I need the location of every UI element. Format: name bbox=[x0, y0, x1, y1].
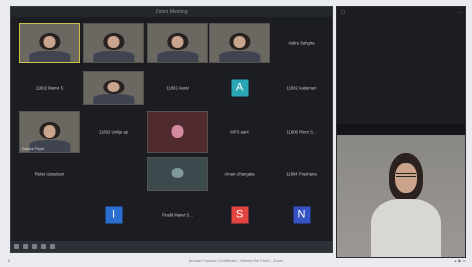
participant-tile[interactable]: N bbox=[271, 195, 332, 235]
participant-tile[interactable] bbox=[147, 157, 208, 191]
panel-empty-area: ☐ ⋯ bbox=[337, 7, 465, 124]
phone-icon[interactable]: ☐ bbox=[341, 10, 345, 16]
participant-grid: Indira Sahgira 11802 Manvi S 11802 Aasiv… bbox=[11, 19, 332, 240]
participant-tile[interactable]: Reiss Upsutsan bbox=[19, 157, 80, 191]
more-icon[interactable]: ⋯ bbox=[457, 10, 462, 16]
app-icon[interactable] bbox=[41, 244, 46, 249]
participant-tile[interactable] bbox=[147, 23, 208, 63]
status-icons: ▴ ◉ ▭ bbox=[454, 258, 467, 263]
search-icon[interactable] bbox=[23, 244, 28, 249]
participant-name: 11804 Prashana bbox=[286, 171, 317, 177]
participant-caption: Sakshi Priyal bbox=[22, 147, 44, 151]
participant-tile[interactable]: S bbox=[209, 195, 270, 235]
participant-tile[interactable]: 11802 Manvi S bbox=[19, 71, 80, 105]
participant-tile[interactable]: Pradit Manvi S... bbox=[147, 195, 208, 235]
participant-tile[interactable] bbox=[83, 71, 144, 105]
bottom-caption: Annual Function Certificate - Winnie the… bbox=[188, 258, 284, 263]
participant-tile[interactable]: 11802 Aasiv bbox=[147, 71, 208, 105]
speaker-video[interactable] bbox=[337, 135, 465, 257]
speaker-panel: ☐ ⋯ bbox=[336, 6, 466, 258]
glasses-icon bbox=[396, 173, 416, 177]
participant-tile[interactable]: Sakshi Priyal bbox=[19, 111, 80, 153]
participant-name: Aman Uhangata bbox=[224, 171, 255, 177]
avatar: N bbox=[293, 206, 310, 224]
participant-tile[interactable] bbox=[19, 23, 80, 63]
avatar: S bbox=[231, 206, 248, 224]
participant-tile[interactable]: I bbox=[83, 195, 144, 235]
avatar: A bbox=[231, 79, 248, 97]
participant-name: Pradit Manvi S... bbox=[162, 212, 193, 218]
participant-tile[interactable]: 11806 Rinor S... bbox=[271, 111, 332, 153]
participant-name: MPS aant bbox=[230, 129, 249, 135]
participant-name: Reiss Upsutsan bbox=[34, 171, 65, 177]
avatar: I bbox=[105, 206, 122, 224]
start-icon[interactable] bbox=[14, 244, 19, 249]
app-icon[interactable] bbox=[50, 244, 55, 249]
participant-name: 11806 Rinor S... bbox=[286, 129, 317, 135]
participant-tile[interactable]: MPS aant bbox=[209, 111, 270, 153]
meeting-window: Zoom Meeting Indira Sahgira 11802 Manvi … bbox=[10, 6, 333, 253]
participant-tile[interactable]: Indira Sahgira bbox=[271, 23, 332, 63]
app-icon[interactable] bbox=[32, 244, 37, 249]
participant-tile[interactable]: 11802 Aadarvan bbox=[271, 71, 332, 105]
participant-name: 11802 Ushja ap bbox=[98, 129, 129, 135]
window-title: Zoom Meeting bbox=[11, 7, 332, 17]
participant-tile[interactable] bbox=[83, 23, 144, 63]
participant-tile[interactable] bbox=[209, 23, 270, 63]
taskbar bbox=[11, 241, 332, 252]
participant-name: 11802 Aadarvan bbox=[286, 85, 317, 91]
participant-name: 11802 Aasiv bbox=[166, 85, 189, 91]
participant-tile[interactable]: 11804 Prashana bbox=[271, 157, 332, 191]
participant-name: Indira Sahgira bbox=[288, 40, 315, 46]
participant-tile[interactable]: A bbox=[209, 71, 270, 105]
participant-tile[interactable]: 11802 Ushja ap bbox=[83, 111, 144, 153]
participant-tile[interactable]: Aman Uhangata bbox=[209, 157, 270, 191]
participant-tile[interactable] bbox=[147, 111, 208, 153]
participant-name: 11802 Manvi S bbox=[35, 85, 64, 91]
